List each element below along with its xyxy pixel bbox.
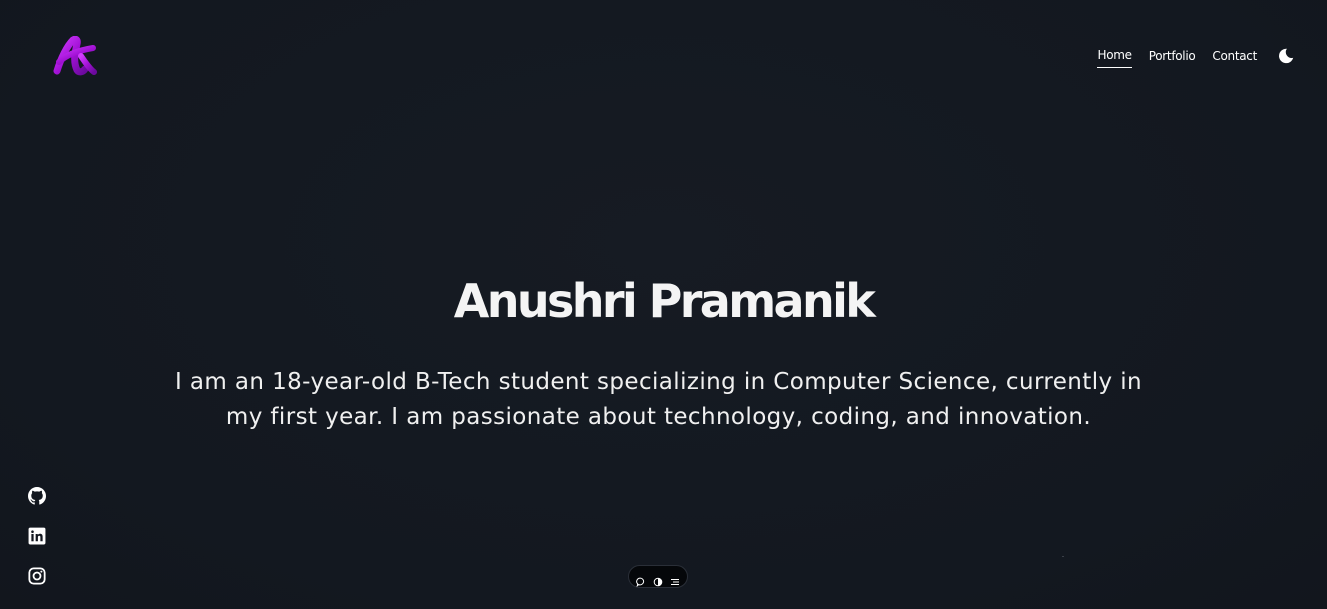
hero-description: I am an 18-year-old B-Tech student speci… <box>175 369 1142 430</box>
github-icon[interactable] <box>28 487 46 505</box>
toggle-icon[interactable] <box>653 572 663 586</box>
nav-portfolio-link[interactable]: Portfolio <box>1149 49 1196 68</box>
moon-icon[interactable] <box>1277 47 1295 65</box>
main-nav: Home Portfolio Contact <box>1097 48 1295 68</box>
brand-logo-icon[interactable] <box>51 35 97 76</box>
page: Home Portfolio Contact Anushri Pramanik … <box>0 0 1327 609</box>
nav-contact-link[interactable]: Contact <box>1212 49 1257 68</box>
decorative-dot <box>1062 556 1064 557</box>
social-links <box>28 487 46 585</box>
linkedin-icon[interactable] <box>28 527 46 545</box>
chat-icon[interactable] <box>636 572 646 587</box>
nav-home-link[interactable]: Home <box>1097 48 1132 68</box>
bottom-toolbar <box>628 565 688 588</box>
instagram-icon[interactable] <box>28 567 46 585</box>
hero-name: Anushri Pramanik <box>453 274 876 328</box>
menu-icon[interactable] <box>670 572 680 585</box>
